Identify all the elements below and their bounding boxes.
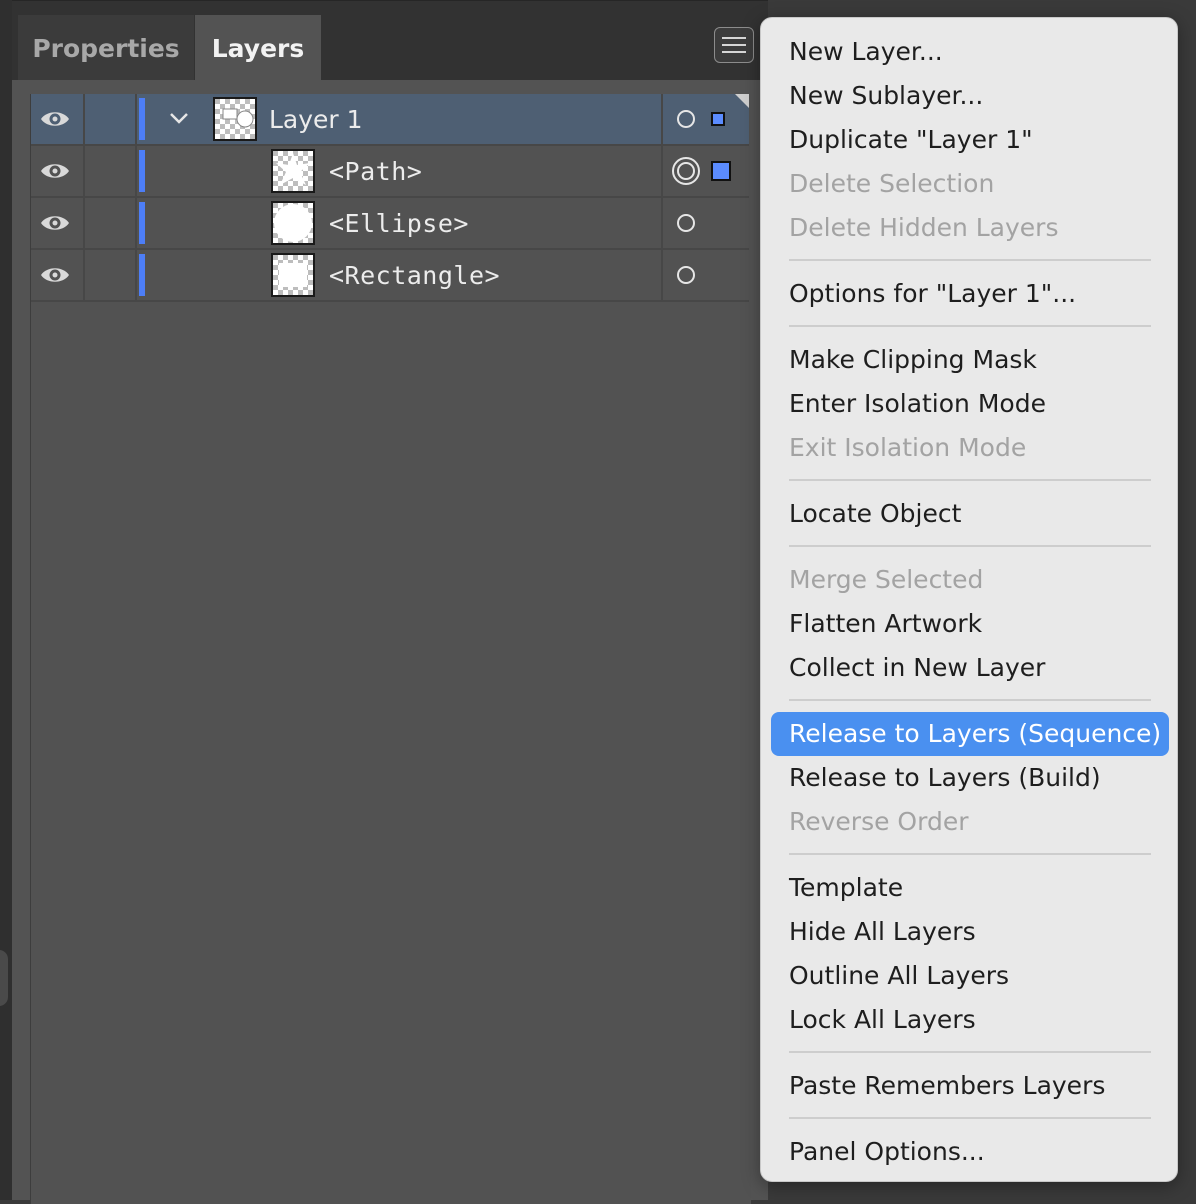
menu-item-delete-hidden-layers[interactable]: Delete Hidden Layers: [771, 206, 1169, 250]
path-thumbnail: [271, 149, 315, 193]
layer-row-rectangle[interactable]: <Rectangle>: [31, 250, 749, 302]
menu-separator: [789, 1051, 1151, 1053]
layer-color-bar: [139, 202, 145, 244]
tab-properties[interactable]: Properties: [18, 15, 194, 81]
menu-item-outline-all-layers[interactable]: Outline All Layers: [771, 954, 1169, 998]
menu-item-new-sublayer[interactable]: New Sublayer...: [771, 74, 1169, 118]
eye-icon[interactable]: [39, 262, 71, 288]
menu-separator: [789, 259, 1151, 261]
layer-row-ellipse[interactable]: <Ellipse>: [31, 198, 749, 250]
target-icon[interactable]: [671, 156, 701, 186]
target-icon[interactable]: [676, 109, 696, 129]
menu-separator: [789, 325, 1151, 327]
menu-item-release-to-layers-build[interactable]: Release to Layers (Build): [771, 756, 1169, 800]
layer-name[interactable]: <Rectangle>: [329, 250, 500, 300]
layer-row-layer-1[interactable]: Layer 1: [31, 94, 749, 146]
scroll-knob[interactable]: [0, 950, 8, 1006]
menu-separator: [789, 545, 1151, 547]
menu-item-release-to-layers-sequence[interactable]: Release to Layers (Sequence): [771, 712, 1169, 756]
menu-separator: [789, 479, 1151, 481]
menu-separator: [789, 699, 1151, 701]
menu-item-enter-isolation-mode[interactable]: Enter Isolation Mode: [771, 382, 1169, 426]
layer-color-bar: [139, 150, 145, 192]
target-icon[interactable]: [676, 213, 696, 233]
tab-layers[interactable]: Layers: [195, 15, 321, 81]
chevron-down-icon[interactable]: [167, 108, 191, 128]
layer-name[interactable]: Layer 1: [269, 94, 363, 144]
selection-square-icon[interactable]: [711, 161, 731, 181]
layer-color-bar: [139, 98, 145, 140]
menu-item-hide-all-layers[interactable]: Hide All Layers: [771, 910, 1169, 954]
menu-item-duplicate-layer[interactable]: Duplicate "Layer 1": [771, 118, 1169, 162]
layer-row-path[interactable]: <Path>: [31, 146, 749, 198]
layers-panel-menu: New Layer... New Sublayer... Duplicate "…: [760, 17, 1178, 1182]
layer-name[interactable]: <Ellipse>: [329, 198, 469, 248]
eye-icon[interactable]: [39, 158, 71, 184]
menu-item-merge-selected[interactable]: Merge Selected: [771, 558, 1169, 602]
menu-item-exit-isolation-mode[interactable]: Exit Isolation Mode: [771, 426, 1169, 470]
selection-square-icon[interactable]: [711, 112, 725, 126]
panel-body: Layer 1 <Path> <Ellipse> <Rectangle>: [12, 80, 768, 1204]
menu-item-new-layer[interactable]: New Layer...: [771, 30, 1169, 74]
rectangle-thumbnail: [271, 253, 315, 297]
layer-color-bar: [139, 254, 145, 296]
panel-tab-bar: Properties Layers: [12, 0, 768, 81]
menu-item-make-clipping-mask[interactable]: Make Clipping Mask: [771, 338, 1169, 382]
eye-icon[interactable]: [39, 210, 71, 236]
menu-item-template[interactable]: Template: [771, 866, 1169, 910]
menu-separator: [789, 853, 1151, 855]
ellipse-thumbnail: [271, 201, 315, 245]
menu-item-locate-object[interactable]: Locate Object: [771, 492, 1169, 536]
layer-name[interactable]: <Path>: [329, 146, 422, 196]
layers-panel: Properties Layers Layer 1 <Path> <Ellips…: [12, 0, 768, 1204]
menu-item-flatten-artwork[interactable]: Flatten Artwork: [771, 602, 1169, 646]
layers-list: Layer 1 <Path> <Ellipse> <Rectangle>: [30, 94, 751, 1204]
menu-item-delete-selection[interactable]: Delete Selection: [771, 162, 1169, 206]
menu-item-lock-all-layers[interactable]: Lock All Layers: [771, 998, 1169, 1042]
menu-item-reverse-order[interactable]: Reverse Order: [771, 800, 1169, 844]
menu-item-paste-remembers-layers[interactable]: Paste Remembers Layers: [771, 1064, 1169, 1108]
menu-item-collect-in-new-layer[interactable]: Collect in New Layer: [771, 646, 1169, 690]
menu-item-panel-options[interactable]: Panel Options...: [771, 1130, 1169, 1174]
target-icon[interactable]: [676, 265, 696, 285]
eye-icon[interactable]: [39, 106, 71, 132]
menu-separator: [789, 1117, 1151, 1119]
menu-item-options-for-layer[interactable]: Options for "Layer 1"...: [771, 272, 1169, 316]
layer-thumbnail: [213, 97, 257, 141]
panel-menu-icon[interactable]: [714, 27, 754, 63]
